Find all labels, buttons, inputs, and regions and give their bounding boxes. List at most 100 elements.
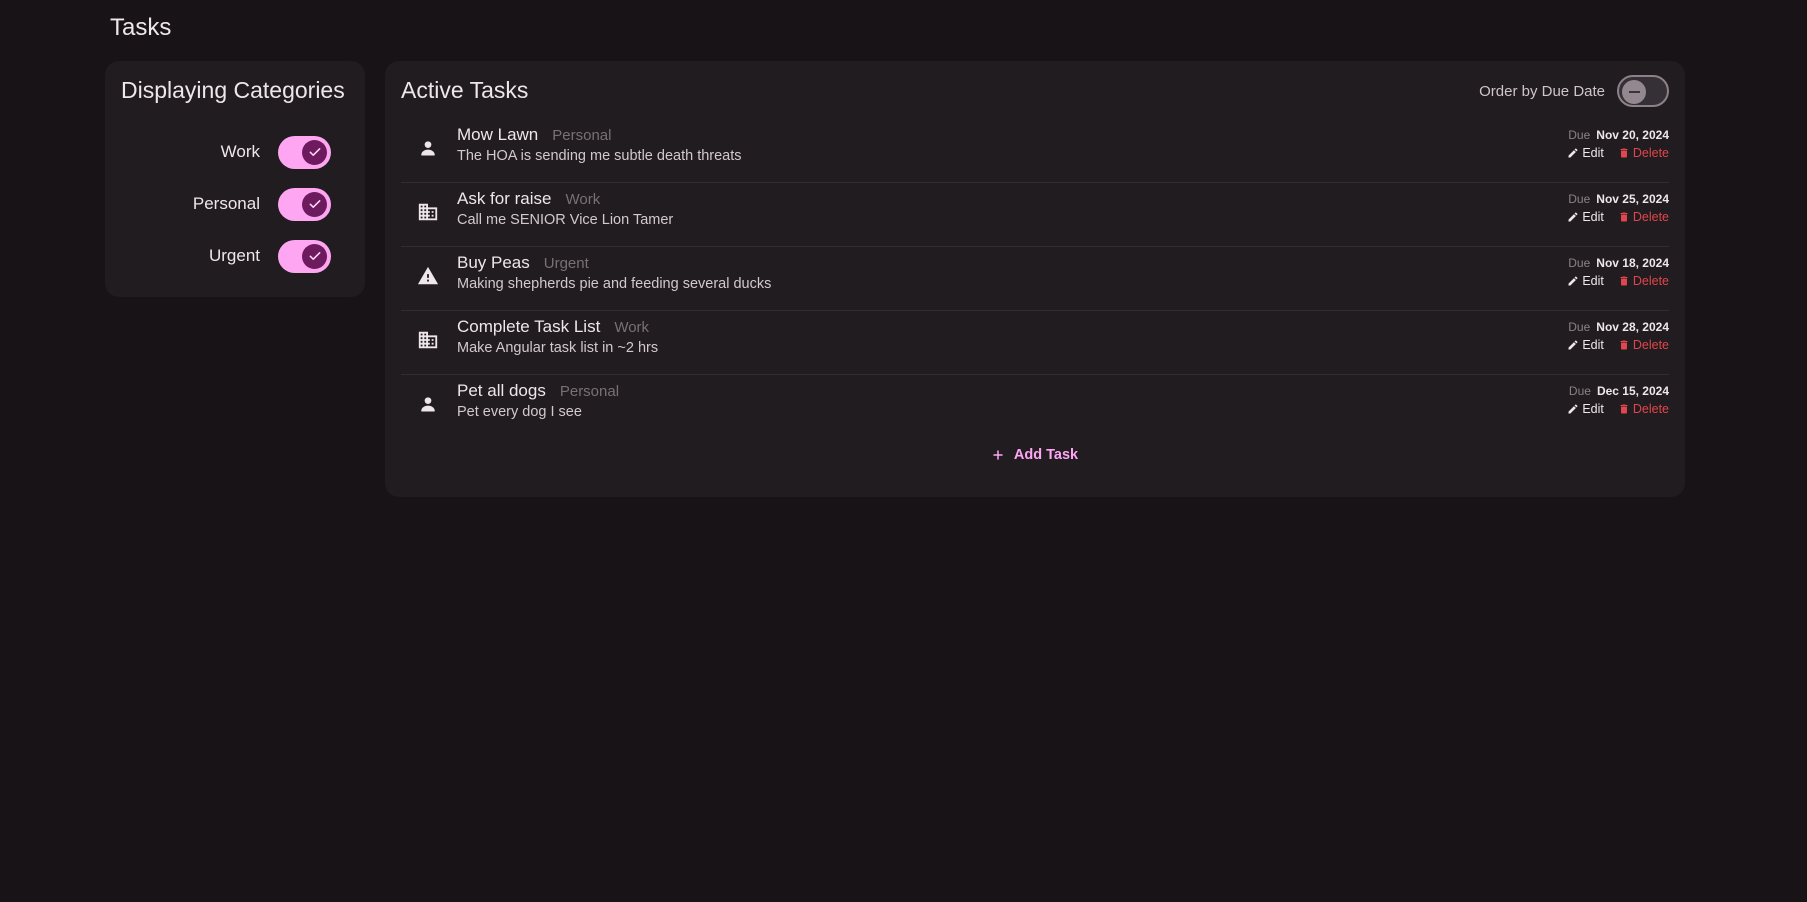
check-icon	[302, 139, 327, 165]
due-date: Due Nov 18, 2024	[1568, 256, 1669, 270]
task-row: Complete Task List Work Make Angular task…	[401, 311, 1669, 375]
building-icon	[415, 199, 441, 225]
category-row-personal: Personal	[193, 186, 331, 222]
delete-button[interactable]: Delete	[1618, 338, 1669, 352]
task-category: Urgent	[543, 255, 589, 272]
edit-button[interactable]: Edit	[1567, 402, 1604, 416]
trash-icon	[1620, 276, 1628, 286]
task-title: Pet all dogs Personal	[457, 381, 619, 401]
edit-button[interactable]: Edit	[1567, 274, 1604, 288]
task-category: Personal	[559, 383, 620, 400]
category-toggle-personal[interactable]	[278, 187, 331, 221]
task-name: Ask for raise	[457, 189, 552, 208]
delete-label: Delete	[1632, 338, 1669, 352]
edit-label: Edit	[1582, 402, 1604, 416]
order-by-due-date-toggle[interactable]	[1617, 75, 1669, 107]
due-date: Due Dec 15, 2024	[1569, 384, 1669, 398]
due-word: Due	[1568, 128, 1591, 142]
active-tasks-title: Active Tasks	[401, 77, 529, 103]
pencil-icon	[1568, 276, 1578, 286]
warning-icon	[415, 263, 441, 289]
category-label: Personal	[192, 194, 260, 213]
task-row: Pet all dogs Personal Pet every dog I see…	[401, 375, 1669, 439]
categories-panel: Displaying Categories Work Personal Urge…	[105, 61, 365, 297]
task-name: Pet all dogs	[457, 381, 546, 400]
due-word: Due	[1568, 320, 1591, 334]
edit-label: Edit	[1582, 210, 1604, 224]
person-icon	[415, 391, 441, 417]
task-description: The HOA is sending me subtle death threa…	[457, 148, 742, 164]
task-title: Ask for raise Work	[457, 189, 600, 209]
task-description: Pet every dog I see	[457, 404, 582, 420]
due-date-value: Nov 20, 2024	[1596, 128, 1669, 142]
task-name: Complete Task List	[457, 317, 601, 336]
task-actions: Edit Delete	[1567, 338, 1669, 352]
edit-label: Edit	[1582, 338, 1604, 352]
task-description: Making shepherds pie and feeding several…	[457, 276, 772, 292]
pencil-icon	[1568, 212, 1578, 222]
plus-icon	[993, 450, 1003, 460]
order-by-due-date: Order by Due Date	[1479, 75, 1669, 107]
minus-icon	[1622, 80, 1646, 104]
page-title: Tasks	[110, 14, 172, 41]
task-row: Buy Peas Urgent Making shepherds pie and …	[401, 247, 1669, 311]
task-title: Mow Lawn Personal	[457, 125, 611, 145]
categories-title: Displaying Categories	[121, 77, 345, 103]
building-icon	[415, 327, 441, 353]
task-actions: Edit Delete	[1567, 274, 1669, 288]
task-list: Mow Lawn Personal The HOA is sending me s…	[401, 119, 1669, 439]
delete-label: Delete	[1632, 274, 1669, 288]
task-category: Work	[565, 191, 601, 208]
add-task-button[interactable]: Add Task	[992, 447, 1078, 463]
delete-button[interactable]: Delete	[1618, 210, 1669, 224]
pencil-icon	[1568, 148, 1578, 158]
task-title: Buy Peas Urgent	[457, 253, 589, 273]
delete-button[interactable]: Delete	[1618, 146, 1669, 160]
delete-label: Delete	[1632, 210, 1669, 224]
category-toggle-urgent[interactable]	[278, 239, 331, 273]
due-date: Due Nov 20, 2024	[1568, 128, 1669, 142]
due-word: Due	[1568, 256, 1591, 270]
trash-icon	[1620, 148, 1628, 158]
category-row-work: Work	[221, 134, 331, 170]
trash-icon	[1620, 340, 1628, 350]
delete-button[interactable]: Delete	[1618, 274, 1669, 288]
edit-label: Edit	[1582, 146, 1604, 160]
task-actions: Edit Delete	[1567, 402, 1669, 416]
due-word: Due	[1568, 384, 1591, 398]
edit-button[interactable]: Edit	[1567, 210, 1604, 224]
edit-button[interactable]: Edit	[1567, 146, 1604, 160]
trash-icon	[1620, 404, 1628, 414]
due-date-value: Nov 18, 2024	[1596, 256, 1669, 270]
due-word: Due	[1568, 192, 1591, 206]
due-date: Due Nov 28, 2024	[1568, 320, 1669, 334]
category-toggle-work[interactable]	[278, 135, 331, 169]
task-category: Personal	[552, 127, 612, 144]
active-tasks-panel: Active Tasks Order by Due Date Mow Lawn P…	[385, 61, 1685, 497]
category-label: Urgent	[208, 246, 260, 265]
task-actions: Edit Delete	[1567, 146, 1669, 160]
task-category: Work	[614, 319, 650, 336]
task-row: Ask for raise Work Call me SENIOR Vice Li…	[401, 183, 1669, 247]
due-date-value: Nov 28, 2024	[1596, 320, 1669, 334]
category-row-urgent: Urgent	[209, 238, 331, 274]
person-icon	[415, 135, 441, 161]
edit-button[interactable]: Edit	[1567, 338, 1604, 352]
due-date-value: Dec 15, 2024	[1596, 384, 1669, 398]
delete-label: Delete	[1632, 146, 1669, 160]
check-icon	[302, 243, 327, 269]
delete-button[interactable]: Delete	[1618, 402, 1669, 416]
category-label: Work	[220, 142, 260, 161]
task-description: Make Angular task list in ~2 hrs	[457, 340, 659, 356]
add-task-label: Add Task	[1013, 447, 1079, 463]
add-task-area: Add Task	[385, 447, 1685, 463]
task-actions: Edit Delete	[1567, 210, 1669, 224]
edit-label: Edit	[1582, 274, 1604, 288]
trash-icon	[1620, 212, 1628, 222]
task-title: Complete Task List Work	[457, 317, 649, 337]
delete-label: Delete	[1632, 402, 1669, 416]
order-label: Order by Due Date	[1479, 82, 1605, 100]
due-date-value: Nov 25, 2024	[1596, 192, 1669, 206]
check-icon	[302, 191, 327, 217]
task-name: Buy Peas	[457, 253, 530, 272]
